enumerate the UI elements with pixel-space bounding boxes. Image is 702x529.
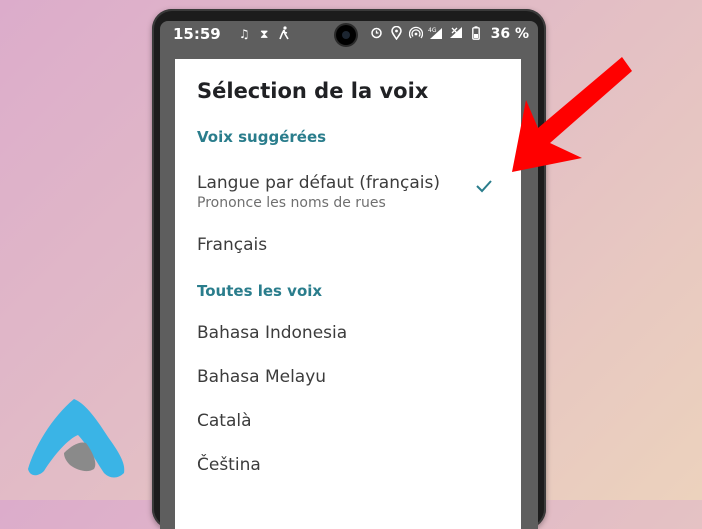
section-header-all: Toutes les voix: [197, 282, 323, 300]
voice-option-label: Bahasa Melayu: [197, 367, 327, 387]
signal-icon: [448, 26, 465, 42]
alarm-icon: [368, 26, 385, 42]
network-type-label: 4G: [428, 27, 437, 34]
red-arrow-annotation: [512, 57, 632, 172]
hotspot-icon: [408, 26, 425, 42]
phone-screen: 15:59 ♫ ⧗ 4G 36 % Sélection de la voix V…: [160, 21, 538, 529]
voice-option-francais[interactable]: Français: [197, 235, 501, 255]
voice-option-bahasa-indonesia[interactable]: Bahasa Indonesia: [197, 323, 501, 343]
voice-option-sublabel: Prononce les noms de rues: [197, 195, 386, 211]
dialog-title: Sélection de la voix: [197, 79, 429, 103]
status-left: 15:59 ♫ ⧗: [173, 25, 293, 43]
section-header-suggested: Voix suggérées: [197, 128, 327, 146]
voice-option-catala[interactable]: Català: [197, 411, 501, 431]
voice-option-label: Català: [197, 411, 252, 431]
voice-option-label: Langue par défaut (français): [197, 173, 440, 193]
voice-selection-dialog: Sélection de la voix Voix suggérées Lang…: [175, 59, 521, 529]
signal-4g-icon: 4G: [428, 26, 445, 43]
music-note-icon: ♫: [238, 27, 250, 41]
phone-frame: 15:59 ♫ ⧗ 4G 36 % Sélection de la voix V…: [152, 9, 546, 529]
voice-option-label: Čeština: [197, 455, 261, 475]
battery-icon: [468, 25, 485, 43]
site-logo-icon: [28, 399, 125, 478]
front-camera: [336, 25, 356, 45]
hourglass-icon: ⧗: [260, 26, 269, 41]
voice-option-label: Bahasa Indonesia: [197, 323, 348, 343]
voice-option-cestina[interactable]: Čeština: [197, 455, 501, 475]
check-icon: [475, 177, 493, 198]
voice-option-default[interactable]: Langue par défaut (français) Prononce le…: [197, 173, 501, 211]
walking-icon: [276, 25, 293, 43]
location-icon: [388, 25, 405, 43]
voice-option-label: Français: [197, 235, 268, 255]
status-bar: 15:59 ♫ ⧗ 4G 36 %: [160, 21, 538, 47]
voice-option-bahasa-melayu[interactable]: Bahasa Melayu: [197, 367, 501, 387]
status-time: 15:59: [173, 25, 221, 43]
